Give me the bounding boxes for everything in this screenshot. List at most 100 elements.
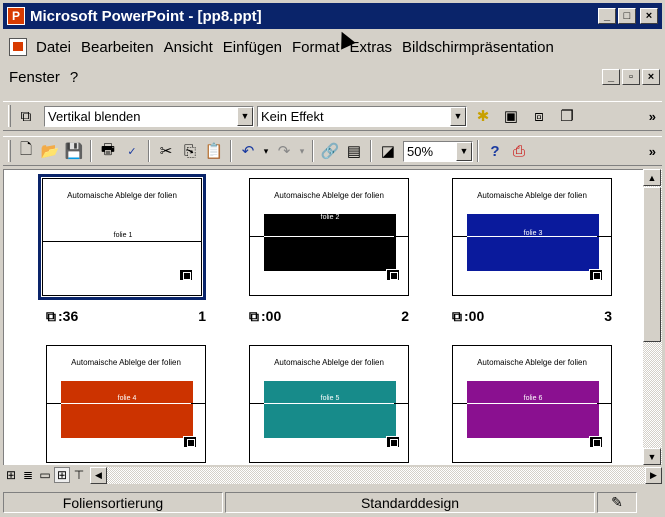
save-icon[interactable]: 💾: [62, 139, 86, 163]
slide-number: 3: [604, 308, 612, 324]
divider-line: [467, 236, 597, 237]
status-view: Foliensortierung: [3, 492, 223, 513]
copy-icon[interactable]: ⎘: [178, 139, 202, 163]
menu-ansicht[interactable]: Ansicht: [161, 39, 220, 56]
slide-body: folie 6: [467, 381, 599, 438]
outline-view-icon[interactable]: ≣: [20, 467, 36, 483]
scroll-up-button[interactable]: ▲: [643, 169, 661, 186]
menu-help[interactable]: ?: [67, 69, 85, 86]
menu-einfuegen[interactable]: Einfügen: [220, 39, 289, 56]
open-icon[interactable]: 📂: [38, 139, 62, 163]
slide-title: Automaische Ablelge der folien: [71, 358, 181, 367]
undo-icon[interactable]: ↶: [236, 139, 260, 163]
scroll-right-button[interactable]: ▶: [645, 466, 662, 484]
redo-icon[interactable]: ↷: [272, 139, 296, 163]
transition-icon: [179, 269, 193, 281]
status-bar: Foliensortierung Standarddesign ✎: [3, 491, 662, 514]
slide-thumbnail[interactable]: Automaische Ablelge der folien folie 3: [452, 178, 612, 296]
doc-close-button[interactable]: ×: [642, 69, 660, 85]
slide-title: Automaische Ablelge der folien: [274, 358, 384, 367]
zoom-value: 50%: [407, 143, 434, 159]
slide-sorter-view-icon[interactable]: ⊞: [54, 467, 70, 483]
cut-icon[interactable]: ✂: [154, 139, 178, 163]
transition-icon: [589, 269, 603, 281]
divider-line: [43, 241, 201, 242]
transition-select[interactable]: Vertikal blenden ▼: [44, 105, 254, 127]
slide-body: folie 5: [264, 381, 396, 438]
help-icon[interactable]: ?: [483, 139, 507, 163]
menu-bearbeiten[interactable]: Bearbeiten: [78, 39, 161, 56]
vertical-scrollbar[interactable]: ▲ ▼: [643, 169, 662, 465]
summary-slide-icon[interactable]: ❐: [555, 104, 579, 128]
slide-sorter-toolbar: ⧉ Vertikal blenden ▼ Kein Effekt ▼ ✱ ▣ ⧈…: [3, 101, 662, 131]
slide-label: folie 6: [523, 395, 543, 402]
zoom-select[interactable]: 50% ▼: [403, 140, 473, 162]
normal-view-icon[interactable]: ⊞: [3, 467, 19, 483]
menu-fenster[interactable]: Fenster: [3, 69, 67, 86]
timing-icon: ⧉: [249, 307, 259, 324]
transition-icon: [386, 269, 400, 281]
effect-select[interactable]: Kein Effekt ▼: [257, 105, 467, 127]
slide-number: 1: [198, 308, 206, 324]
toolbar-options-icon[interactable]: »: [649, 144, 656, 159]
maximize-button[interactable]: □: [618, 8, 636, 24]
effect-select-value: Kein Effekt: [261, 108, 324, 124]
undo-dropdown-icon[interactable]: ▾: [260, 139, 272, 163]
slide-show-icon[interactable]: ⊤: [71, 467, 87, 483]
slide-thumbnail[interactable]: Automaische Ablelge der folien folie 1: [38, 174, 206, 300]
slide-thumbnail[interactable]: Automaische Ablelge der folien folie 4: [46, 345, 206, 463]
view-switcher-row: ⊞ ≣ ▭ ⊞ ⊤ ◀ ▶: [3, 466, 662, 484]
horizontal-scrollbar[interactable]: ◀ ▶: [90, 466, 662, 484]
toolbar-grip[interactable]: [8, 105, 11, 127]
slide-thumbnail[interactable]: Automaische Ablelge der folien folie 5: [249, 345, 409, 463]
slide-thumbnail[interactable]: Automaische Ablelge der folien folie 6: [452, 345, 612, 463]
paste-icon[interactable]: 📋: [202, 139, 226, 163]
slide-body: folie 2: [264, 214, 396, 271]
chevron-down-icon[interactable]: ▼: [237, 106, 253, 126]
spelling-status-icon[interactable]: ✎: [597, 492, 637, 513]
slide-label: folie 2: [320, 214, 340, 221]
slide-time: :00: [464, 308, 485, 324]
window-title: Microsoft PowerPoint - [pp8.ppt]: [30, 7, 262, 25]
transition-icon[interactable]: ⧉: [14, 104, 38, 128]
minimize-button[interactable]: _: [598, 8, 616, 24]
chevron-down-icon[interactable]: ▼: [456, 141, 472, 161]
slide-body: folie 4: [61, 381, 193, 438]
redo-dropdown-icon[interactable]: ▾: [296, 139, 308, 163]
tables-icon[interactable]: ▤: [342, 139, 366, 163]
hyperlink-icon[interactable]: 🔗: [318, 139, 342, 163]
scroll-thumb[interactable]: [643, 187, 661, 342]
close-button[interactable]: ×: [640, 8, 658, 24]
timing-icon: ⧉: [46, 307, 56, 324]
rehearse-timings-icon[interactable]: ⧈: [527, 104, 551, 128]
pdf-icon[interactable]: ⎙: [507, 139, 531, 163]
animation-icon[interactable]: ✱: [471, 104, 495, 128]
grayscale-icon[interactable]: ◪: [376, 139, 400, 163]
document-icon[interactable]: [9, 38, 27, 56]
slide-view-icon[interactable]: ▭: [37, 467, 53, 483]
slide-label: folie 1: [113, 232, 133, 239]
slide-meta: ⧉:36 1: [46, 307, 206, 325]
menu-bildschirmpraesentation[interactable]: Bildschirmpräsentation: [399, 39, 561, 56]
doc-minimize-button[interactable]: _: [602, 69, 620, 85]
chevron-down-icon[interactable]: ▼: [450, 106, 466, 126]
slide-title: Automaische Ablelge der folien: [274, 191, 384, 200]
spellcheck-icon[interactable]: ✓: [120, 139, 144, 163]
slide-sorter-pane: Automaische Ablelge der folien folie 1 ⧉…: [3, 169, 643, 465]
slide-time: :00: [261, 308, 282, 324]
title-bar: P Microsoft PowerPoint - [pp8.ppt] _ □ ×: [3, 3, 662, 29]
slide-thumbnail[interactable]: Automaische Ablelge der folien folie 2: [249, 178, 409, 296]
scroll-left-button[interactable]: ◀: [90, 466, 107, 484]
doc-restore-button[interactable]: ▫: [622, 69, 640, 85]
hide-slide-icon[interactable]: ▣: [499, 104, 523, 128]
print-icon[interactable]: 🖶: [96, 139, 120, 163]
slide-title: Automaische Ablelge der folien: [477, 358, 587, 367]
toolbar-grip[interactable]: [8, 140, 11, 162]
toolbar-options-icon[interactable]: »: [649, 109, 656, 124]
powerpoint-app-icon[interactable]: P: [7, 7, 25, 25]
scroll-down-button[interactable]: ▼: [643, 448, 661, 465]
divider-line: [264, 236, 394, 237]
menu-datei[interactable]: Datei: [33, 39, 78, 56]
new-icon[interactable]: 🗋: [14, 139, 38, 163]
transition-icon: [589, 436, 603, 448]
